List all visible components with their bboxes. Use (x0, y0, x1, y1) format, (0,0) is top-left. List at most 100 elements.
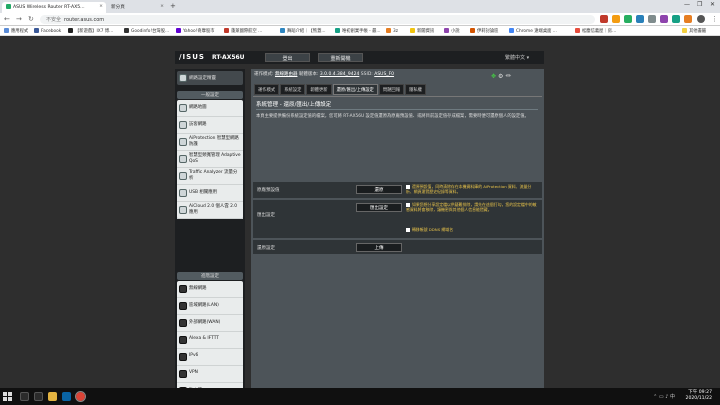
sidebar-item-label: IPv6 (189, 353, 199, 358)
bookmark-item[interactable]: 應用程式 (4, 28, 28, 34)
reload-icon[interactable]: ↻ (28, 15, 34, 23)
bookmark-favicon-icon (4, 28, 9, 33)
menu-icon (179, 319, 187, 327)
bookmark-item[interactable]: 舞蹈介紹｜【熊蓋... (280, 28, 325, 34)
bookmark-item[interactable]: 【新遊戲】IX7 博... (68, 28, 113, 34)
new-tab-icon[interactable]: + (170, 2, 176, 10)
sidebar-item[interactable]: 外部網路(WAN) (177, 315, 243, 332)
bookmark-label: 應用程式 (11, 29, 29, 34)
menu-icon[interactable]: ⋮ (711, 15, 718, 23)
firmware-value[interactable]: 3.0.0.4.384_9424 (320, 72, 359, 77)
row-label: 原廠預設值 (257, 188, 280, 193)
back-icon[interactable]: ← (4, 15, 10, 23)
chrome-icon[interactable] (75, 391, 86, 402)
bookmark-label: Goodinfo!台灣股... (131, 29, 170, 34)
not-secure-label: 不安全 (46, 17, 62, 23)
quick-setup-button[interactable]: 網路設定精靈 (177, 71, 243, 85)
sidebar-item[interactable]: IPv6 (177, 349, 243, 366)
system-tray[interactable]: ⌃ ▭ ♪ 中 (653, 393, 675, 400)
usb-icon[interactable]: ⚙ (498, 73, 503, 80)
settings-tab[interactable]: 運作模式 (254, 84, 280, 95)
bookmark-item[interactable]: 新聞資訊 (410, 28, 434, 34)
extension-icon[interactable] (612, 15, 620, 23)
bookmark-item[interactable]: 唯初創業手帳 - 最... (335, 28, 380, 34)
logout-button[interactable]: 登出 (265, 53, 310, 62)
settings-tab[interactable]: 問題回報 (378, 84, 405, 95)
tab-new-title: 新分頁 (111, 5, 125, 10)
bookmark-item[interactable]: Chrome 遠端桌面 ... (509, 28, 557, 34)
sidebar-item[interactable]: Traffic Analyzer 流量分析 (177, 168, 243, 185)
checkbox[interactable] (406, 228, 410, 232)
url-text: router.asus.com (64, 17, 105, 23)
sidebar-item[interactable]: 智慧型頻寬管理 Adaptive QoS (177, 151, 243, 168)
task-view-icon[interactable] (34, 392, 43, 401)
bookmark-item[interactable]: Yahoo!奇摩股市 (176, 28, 215, 34)
settings-tab[interactable]: 韌體更新 (306, 84, 332, 95)
wifi-icon[interactable]: ⏛ (505, 73, 511, 80)
file-explorer-icon[interactable] (48, 392, 57, 401)
bookmark-item[interactable]: 3z (386, 28, 398, 34)
network-status-icon[interactable]: ✥ (491, 73, 496, 80)
row-button[interactable]: 還原 (356, 185, 402, 194)
settings-tab[interactable]: 隱私權 (405, 84, 426, 95)
language-select[interactable]: 繁體中文 ▾ (505, 54, 529, 61)
bookmark-item[interactable]: Facebook (34, 28, 61, 34)
sidebar-item-label: 區域網路(LAN) (189, 303, 219, 308)
settings-tab[interactable]: 還原/匯出/上傳設定 (332, 84, 378, 95)
ssid-value[interactable]: ASUS_F0 (374, 72, 394, 77)
bookmark-label: 3z (393, 29, 398, 34)
settings-tab[interactable]: 系統設定 (280, 84, 306, 95)
bookmark-item[interactable]: 蓬萊國際航空 ... (224, 28, 262, 34)
sidebar-item[interactable]: 網路地圖 (177, 100, 243, 117)
tab-router[interactable]: ASUS Wireless Router RT-AX5... × (2, 2, 106, 13)
profile-avatar[interactable] (697, 15, 705, 23)
language-label: 繁體中文 (505, 55, 526, 61)
bookmark-item[interactable]: 小說 (444, 28, 460, 34)
settings-row: 原廠預設值 還原 還原預設值，同時清除存在本機資料庫的 AiProtection 資… (253, 182, 542, 199)
extension-icon[interactable] (684, 15, 692, 23)
bookmark-label: 唯初創業手帳 - 最... (342, 29, 381, 34)
browser-toolbar: ← → ↻ 不安全 router.asus.com ⋮ (0, 13, 720, 26)
mode-value[interactable]: 無線路由器 (275, 72, 298, 77)
row-button[interactable]: 匯出設定 (356, 203, 402, 212)
close-tab-icon[interactable]: × (99, 4, 103, 9)
bookmark-item[interactable]: 其他書籤 (682, 28, 706, 34)
row-button[interactable]: 上傳 (356, 243, 402, 252)
sidebar-item[interactable]: USB 相關應用 (177, 185, 243, 202)
bookmark-label: 小說 (451, 29, 460, 34)
extension-icon[interactable] (648, 15, 656, 23)
clock[interactable]: 下午 09:27 2020/11/22 (686, 390, 712, 402)
edge-icon[interactable] (62, 392, 71, 401)
reboot-button[interactable]: 重新開機 (318, 53, 363, 62)
minimize-icon[interactable]: — (684, 1, 690, 8)
windows-start-icon[interactable] (3, 392, 12, 401)
close-tab-icon[interactable]: × (160, 4, 164, 9)
extension-icon[interactable] (672, 15, 680, 23)
bookmark-label: Chrome 遠端桌面 ... (516, 29, 557, 34)
menu-icon (179, 302, 187, 310)
extension-icon[interactable] (636, 15, 644, 23)
close-window-icon[interactable]: ✕ (710, 1, 715, 8)
sidebar-item[interactable]: AiCloud 2.0 個人雲 2.0 應用 (177, 202, 243, 219)
extension-icon[interactable] (600, 15, 608, 23)
taskbar: ⌃ ▭ ♪ 中 下午 09:27 2020/11/22 (0, 388, 720, 405)
sidebar-item[interactable]: 無線網路 (177, 281, 243, 298)
sidebar-item[interactable]: AiProtection 智慧型網路防護 (177, 134, 243, 151)
forward-icon[interactable]: → (16, 15, 22, 23)
sidebar-item-label: AiProtection 智慧型網路防護 (189, 136, 239, 147)
address-bar[interactable]: 不安全 router.asus.com (40, 15, 595, 24)
extension-icon[interactable] (624, 15, 632, 23)
sidebar-item[interactable]: VPN (177, 366, 243, 383)
maximize-icon[interactable]: ❐ (697, 1, 702, 8)
browser-tab-strip: ASUS Wireless Router RT-AX5... × 新分頁 × + —… (0, 0, 720, 13)
sidebar-item[interactable]: 區域網路(LAN) (177, 298, 243, 315)
sidebar-item[interactable]: 訪客網路 (177, 117, 243, 134)
extension-icon[interactable] (660, 15, 668, 23)
tab-new[interactable]: 新分頁 × (107, 2, 167, 13)
search-icon[interactable] (20, 392, 29, 401)
bookmark-item[interactable]: 松塵信義屋｜房... (575, 28, 616, 34)
bookmark-item[interactable]: Goodinfo!台灣股... (124, 28, 169, 34)
sidebar-item[interactable]: Alexa & IFTTT (177, 332, 243, 349)
bookmark-item[interactable]: 伊莉討論區 (470, 28, 498, 34)
quick-setup-label: 網路設定精靈 (189, 76, 216, 81)
